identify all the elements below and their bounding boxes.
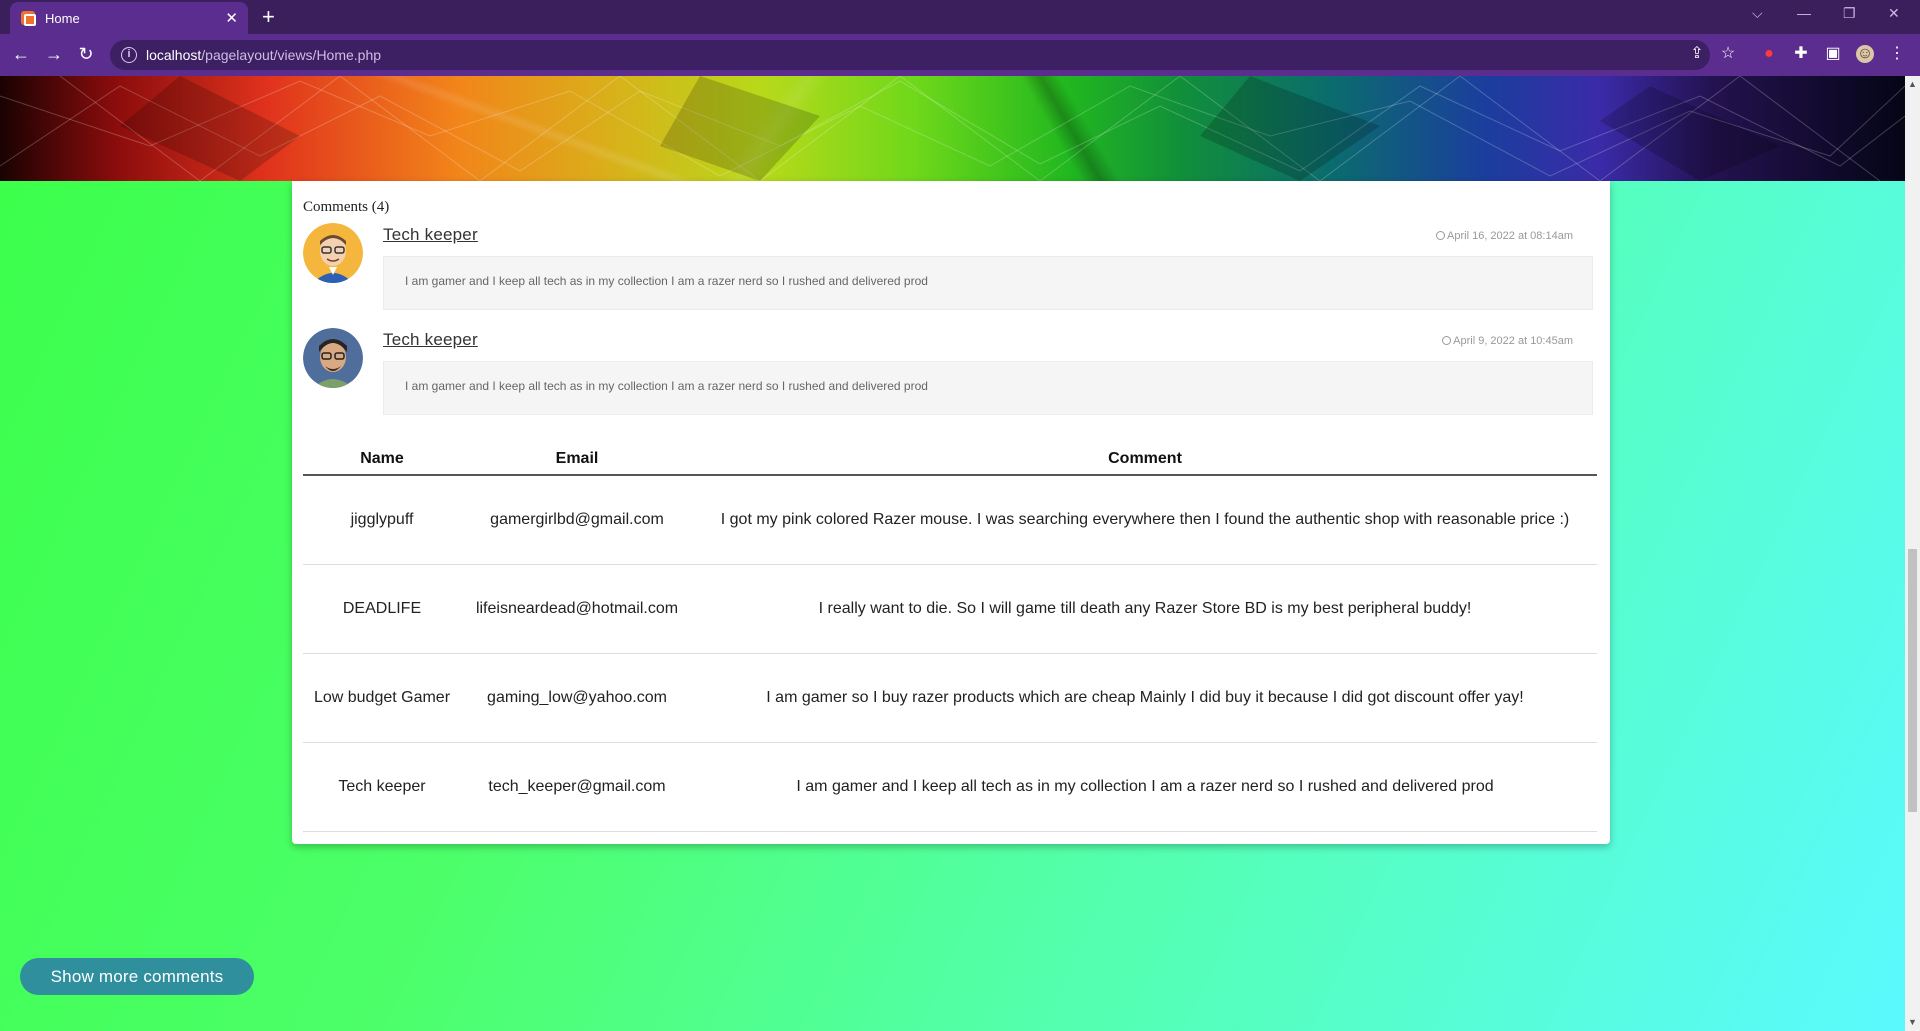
page-scrollbar[interactable]: ▲ ▼: [1905, 76, 1920, 1031]
browser-tabbar: Home ✕ + ⌵ — ❐ ✕: [0, 0, 1920, 34]
comment-author-link[interactable]: Tech keeper: [383, 225, 478, 245]
banner-lines: [0, 76, 1905, 181]
url-path: /pagelayout/views/Home.php: [201, 47, 382, 63]
cell-comment: I am gamer so I buy razer products which…: [693, 653, 1597, 743]
browser-toolbar: ← → ↻ i localhost /pagelayout/views/Home…: [0, 34, 1920, 76]
scroll-up-icon[interactable]: ▲: [1908, 79, 1917, 89]
star-icon[interactable]: ☆: [1719, 45, 1737, 63]
comment-date: April 9, 2022 at 10:45am: [1442, 335, 1573, 347]
table-row: jigglypuff gamergirlbd@gmail.com I got m…: [303, 475, 1597, 565]
table-row: Low budget Gamer gaming_low@yahoo.com I …: [303, 653, 1597, 743]
back-icon[interactable]: ←: [10, 43, 32, 65]
col-header-name: Name: [303, 443, 461, 476]
cell-name: jigglypuff: [303, 475, 461, 565]
comments-table: Name Email Comment jigglypuff gamergirlb…: [303, 443, 1597, 832]
profile-icon[interactable]: ☺: [1856, 45, 1874, 63]
cell-email: lifeisneardead@hotmail.com: [461, 564, 693, 654]
new-tab-button[interactable]: +: [262, 4, 275, 30]
show-more-comments-button[interactable]: Show more comments: [20, 958, 254, 995]
col-header-email: Email: [461, 443, 693, 476]
page-viewport: Comments (4) Tech keeper April 16, 2022 …: [0, 76, 1905, 1031]
address-bar[interactable]: i localhost /pagelayout/views/Home.php: [110, 40, 1710, 70]
cell-comment: I got my pink colored Razer mouse. I was…: [693, 475, 1597, 565]
tab-title: Home: [45, 10, 80, 26]
comment-body: I am gamer and I keep all tech as in my …: [383, 361, 1593, 415]
window-close-icon[interactable]: ✕: [1888, 5, 1900, 22]
cell-email: gaming_low@yahoo.com: [461, 653, 693, 743]
reload-icon[interactable]: ↻: [75, 43, 97, 65]
comment-body: I am gamer and I keep all tech as in my …: [383, 256, 1593, 310]
col-header-comment: Comment: [693, 443, 1597, 476]
table-header-row: Name Email Comment: [303, 443, 1597, 476]
avatar: [303, 328, 363, 388]
clock-icon: [1436, 231, 1446, 240]
scroll-thumb[interactable]: [1908, 549, 1917, 812]
tab-search-icon[interactable]: ⌵: [1752, 5, 1763, 22]
info-icon[interactable]: i: [121, 47, 137, 63]
menu-icon[interactable]: ⋮: [1888, 45, 1906, 63]
comments-card: Comments (4) Tech keeper April 16, 2022 …: [292, 181, 1610, 844]
minimize-icon[interactable]: —: [1797, 5, 1811, 21]
extension-icon[interactable]: ●: [1760, 45, 1778, 63]
url-host: localhost: [146, 47, 202, 63]
cell-email: gamergirlbd@gmail.com: [461, 475, 693, 565]
comments-heading: Comments (4): [303, 199, 390, 215]
forward-icon[interactable]: →: [43, 43, 65, 65]
clock-icon: [1442, 336, 1452, 345]
cell-comment: I am gamer and I keep all tech as in my …: [693, 742, 1597, 832]
cell-name: Tech keeper: [303, 742, 461, 832]
puzzle-icon[interactable]: ✚: [1792, 45, 1810, 63]
cell-name: Low budget Gamer: [303, 653, 461, 743]
scroll-down-icon[interactable]: ▼: [1908, 1017, 1917, 1027]
browser-tab-home[interactable]: Home ✕: [10, 2, 248, 34]
cell-comment: I really want to die. So I will game til…: [693, 564, 1597, 654]
cell-email: tech_keeper@gmail.com: [461, 742, 693, 832]
avatar: [303, 223, 363, 283]
sidepanel-icon[interactable]: ▣: [1824, 45, 1842, 63]
share-icon[interactable]: ⇪: [1688, 45, 1706, 63]
table-row: DEADLIFE lifeisneardead@hotmail.com I re…: [303, 564, 1597, 654]
xampp-favicon-icon: [21, 11, 36, 26]
tab-close-icon[interactable]: ✕: [225, 9, 238, 27]
restore-icon[interactable]: ❐: [1843, 5, 1856, 22]
comment-date: April 16, 2022 at 08:14am: [1436, 230, 1573, 242]
cell-name: DEADLIFE: [303, 564, 461, 654]
table-row: Tech keeper tech_keeper@gmail.com I am g…: [303, 742, 1597, 832]
comment-author-link[interactable]: Tech keeper: [383, 330, 478, 350]
